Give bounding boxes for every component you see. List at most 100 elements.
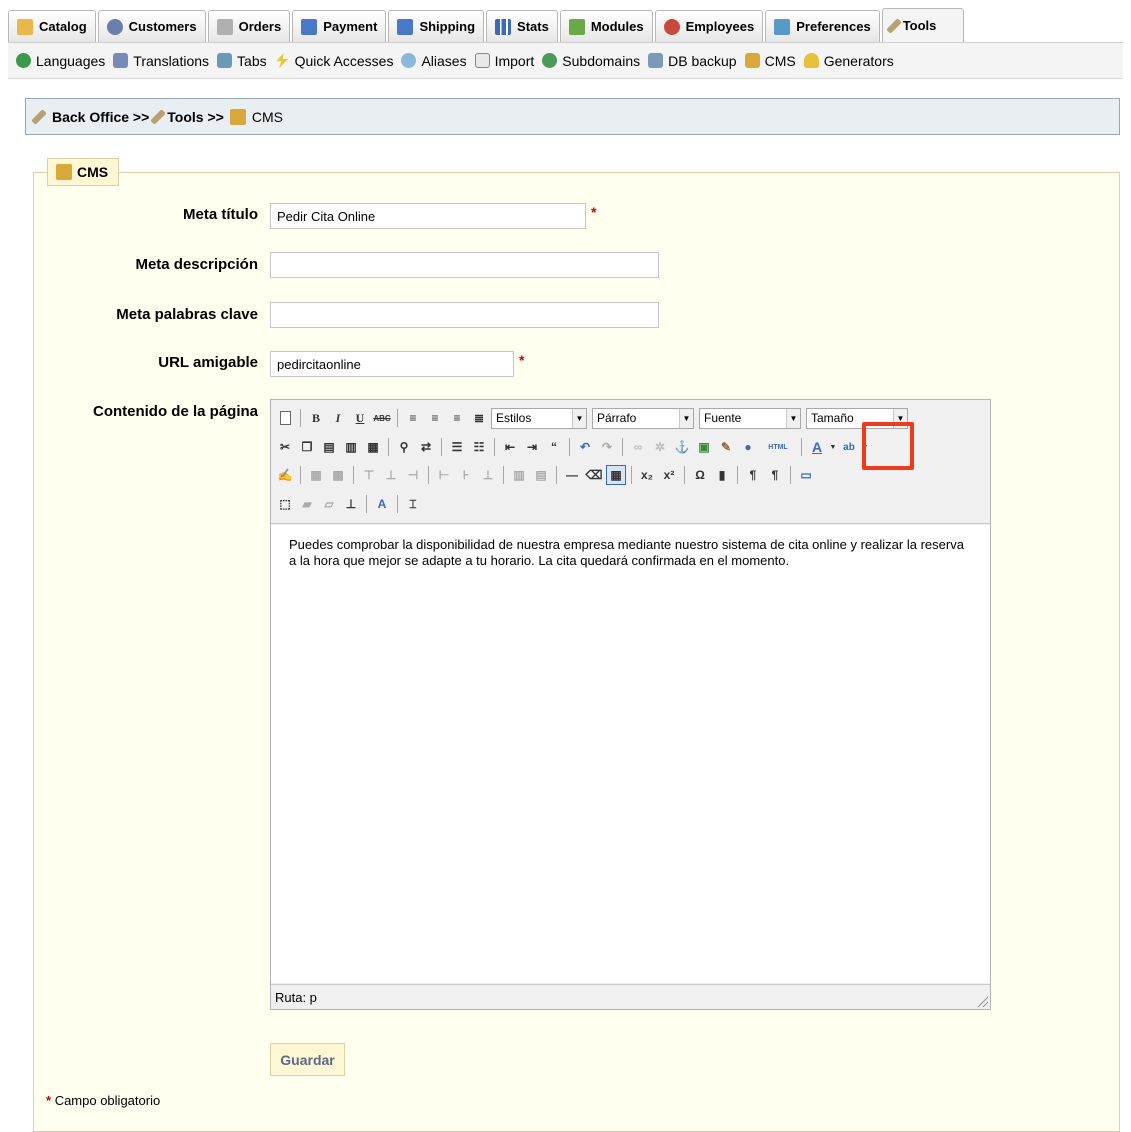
required-mark: * (519, 352, 525, 368)
align-center-icon[interactable]: ≡ (425, 408, 445, 428)
text-color-icon[interactable]: A (807, 437, 827, 457)
subtab-tabs[interactable]: Tabs (217, 53, 267, 69)
subtab-import[interactable]: Import (474, 53, 534, 69)
edit-icon[interactable]: ✍ (275, 465, 295, 485)
bullet-list-icon[interactable]: ☰ (447, 437, 467, 457)
bold-icon[interactable]: B (306, 408, 326, 428)
paste-icon[interactable]: ▤ (319, 437, 339, 457)
numbered-list-icon[interactable]: ☷ (469, 437, 489, 457)
rtl-icon[interactable]: ¶ (765, 465, 785, 485)
blockquote-icon[interactable]: “ (544, 437, 564, 457)
breadcrumb-back-office[interactable]: Back Office >> (52, 109, 149, 125)
tab-shipping[interactable]: Shipping (388, 10, 485, 42)
cleanup-icon[interactable]: ✎ (716, 437, 736, 457)
tab-catalog[interactable]: Catalog (8, 10, 96, 42)
highlight-color-icon[interactable]: ab (839, 437, 859, 457)
layer-icon[interactable]: ▰ (297, 494, 317, 514)
select-all-icon[interactable]: ⬚ (275, 494, 295, 514)
paste-text-icon[interactable]: ▥ (341, 437, 361, 457)
replace-icon[interactable]: ⇄ (416, 437, 436, 457)
page-break-icon[interactable]: ⌶ (403, 494, 423, 514)
unlink-icon[interactable]: ✲ (650, 437, 670, 457)
customers-icon (106, 18, 123, 35)
redo-icon[interactable]: ↷ (597, 437, 617, 457)
new-document-icon[interactable] (275, 408, 295, 428)
link-icon[interactable]: ∞ (628, 437, 648, 457)
tab-preferences[interactable]: Preferences (765, 10, 880, 42)
chevron-down-icon[interactable]: ▼ (829, 437, 837, 457)
tab-modules[interactable]: Modules (559, 10, 653, 42)
subscript-icon[interactable]: x₂ (637, 465, 657, 485)
delete-col-icon[interactable]: ⊥ (478, 465, 498, 485)
absolute-icon[interactable]: ⊥ (341, 494, 361, 514)
subtab-translations[interactable]: Translations (113, 53, 209, 69)
tab-orders[interactable]: Orders (207, 10, 291, 42)
subtab-quick-accesses[interactable]: Quick Accesses (275, 53, 393, 69)
font-select[interactable]: Fuente ▼ (699, 407, 801, 429)
meta-keywords-input[interactable] (270, 302, 659, 328)
table-icon[interactable]: ▦ (306, 465, 326, 485)
wrench-icon (31, 108, 47, 125)
delete-row-icon[interactable]: ⊣ (403, 465, 423, 485)
strikethrough-icon[interactable]: ABC (372, 408, 392, 428)
tab-customers[interactable]: Customers (97, 10, 206, 42)
tab-employees[interactable]: Employees (654, 10, 764, 42)
resize-grip-icon[interactable] (976, 995, 988, 1007)
subtab-aliases[interactable]: Aliases (401, 53, 467, 69)
save-button[interactable]: Guardar (270, 1043, 345, 1076)
format-select[interactable]: Párrafo ▼ (592, 407, 694, 429)
tab-payment[interactable]: Payment (292, 10, 387, 42)
preferences-icon (774, 18, 791, 35)
tabs-icon (217, 53, 233, 68)
col-after-icon[interactable]: ⊦ (456, 465, 476, 485)
image-icon[interactable]: ▣ (694, 437, 714, 457)
indent-icon[interactable]: ⇥ (522, 437, 542, 457)
remove-format-icon[interactable]: ⌫ (584, 465, 604, 485)
styles-select[interactable]: Estilos ▼ (491, 407, 587, 429)
layer-back-icon[interactable]: ▱ (319, 494, 339, 514)
col-before-icon[interactable]: ⊢ (434, 465, 454, 485)
anchor-icon[interactable]: ⚓ (672, 437, 692, 457)
ltr-icon[interactable]: ¶ (743, 465, 763, 485)
subtab-db-backup[interactable]: DB backup (648, 53, 737, 69)
cms-icon (229, 108, 246, 125)
tab-stats[interactable]: Stats (486, 10, 558, 42)
meta-description-input[interactable] (270, 252, 659, 278)
tab-tools[interactable]: Tools (881, 8, 964, 42)
align-left-icon[interactable]: ≡ (403, 408, 423, 428)
justify-icon[interactable]: ≣ (469, 408, 489, 428)
fieldset-legend: CMS (47, 158, 120, 186)
help-icon[interactable]: ● (738, 437, 758, 457)
media-icon[interactable]: ▮ (712, 465, 732, 485)
superscript-icon[interactable]: x² (659, 465, 679, 485)
special-char-icon[interactable]: Ω (690, 465, 710, 485)
fullscreen-icon[interactable]: ▭ (796, 465, 816, 485)
html-source-icon[interactable]: HTML (760, 437, 796, 457)
meta-title-input[interactable] (270, 203, 586, 229)
subtab-subdomains[interactable]: Subdomains (542, 53, 640, 69)
outdent-icon[interactable]: ⇤ (500, 437, 520, 457)
row-after-icon[interactable]: ⊥ (381, 465, 401, 485)
style-props-icon[interactable]: A (372, 494, 392, 514)
subtab-generators[interactable]: Generators (803, 53, 894, 69)
find-icon[interactable]: ⚲ (394, 437, 414, 457)
friendly-url-input[interactable] (270, 351, 514, 377)
align-right-icon[interactable]: ≡ (447, 408, 467, 428)
editor-content[interactable]: Puedes comprobar la disponibilidad de nu… (271, 525, 990, 983)
horizontal-rule-icon[interactable]: — (562, 465, 582, 485)
subtab-cms[interactable]: CMS (744, 53, 796, 69)
underline-icon[interactable]: U (350, 408, 370, 428)
rich-text-editor: B I U ABC ≡ ≡ ≡ ≣ Estilos ▼ Párrafo ▼ Fuen… (270, 399, 991, 1010)
italic-icon[interactable]: I (328, 408, 348, 428)
breadcrumb-tools[interactable]: Tools >> (167, 109, 224, 125)
copy-icon[interactable]: ❐ (297, 437, 317, 457)
paste-word-icon[interactable]: ▦ (363, 437, 383, 457)
visual-aid-icon[interactable]: ▦ (606, 465, 626, 485)
cut-icon[interactable]: ✂ (275, 437, 295, 457)
subtab-languages[interactable]: Languages (16, 53, 105, 69)
row-before-icon[interactable]: ⊤ (359, 465, 379, 485)
merge-cells-icon[interactable]: ▤ (531, 465, 551, 485)
split-cells-icon[interactable]: ▥ (509, 465, 529, 485)
undo-icon[interactable]: ↶ (575, 437, 595, 457)
table-props-icon[interactable]: ▩ (328, 465, 348, 485)
